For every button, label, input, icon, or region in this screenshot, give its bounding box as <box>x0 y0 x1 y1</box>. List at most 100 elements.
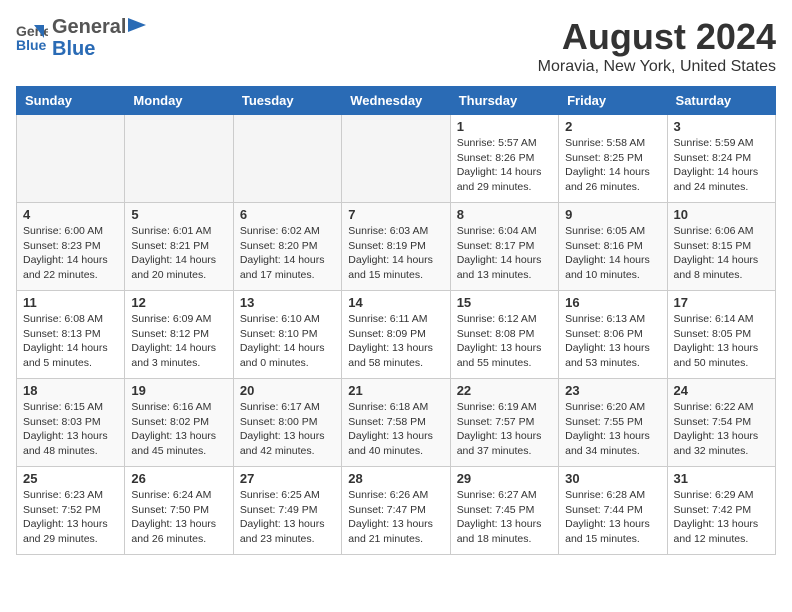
calendar-week-row: 18 Sunrise: 6:15 AMSunset: 8:03 PMDayligh… <box>17 379 776 467</box>
calendar-day-cell <box>233 115 341 203</box>
day-info: Sunrise: 6:23 AMSunset: 7:52 PMDaylight:… <box>23 488 118 547</box>
svg-text:Blue: Blue <box>16 37 47 52</box>
calendar-day-cell: 25Sunrise: 6:23 AMSunset: 7:52 PMDayligh… <box>17 467 125 555</box>
day-number: 5 <box>131 207 226 222</box>
calendar-day-cell: 14 Sunrise: 6:11 AMSunset: 8:09 PMDayligh… <box>342 291 450 379</box>
day-number: 30 <box>565 471 660 486</box>
day-info: Sunrise: 6:03 AMSunset: 8:19 PMDaylight:… <box>348 224 443 283</box>
day-number: 4 <box>23 207 118 222</box>
day-info: Sunrise: 6:27 AMSunset: 7:45 PMDaylight:… <box>457 488 552 547</box>
day-info: Sunrise: 6:10 AMSunset: 8:10 PMDaylight:… <box>240 312 335 371</box>
title-area: August 2024 Moravia, New York, United St… <box>538 16 776 76</box>
day-number: 3 <box>674 119 769 134</box>
calendar-day-cell: 30 Sunrise: 6:28 AMSunset: 7:44 PMDayligh… <box>559 467 667 555</box>
calendar-week-row: 11Sunrise: 6:08 AMSunset: 8:13 PMDayligh… <box>17 291 776 379</box>
calendar-day-cell: 6Sunrise: 6:02 AMSunset: 8:20 PMDaylight… <box>233 203 341 291</box>
day-number: 20 <box>240 383 335 398</box>
day-info: Sunrise: 5:57 AMSunset: 8:26 PMDaylight:… <box>457 136 552 195</box>
calendar-day-cell: 23 Sunrise: 6:20 AMSunset: 7:55 PMDayligh… <box>559 379 667 467</box>
day-number: 12 <box>131 295 226 310</box>
calendar-day-cell: 2Sunrise: 5:58 AMSunset: 8:25 PMDaylight… <box>559 115 667 203</box>
month-title: August 2024 <box>538 16 776 58</box>
day-number: 21 <box>348 383 443 398</box>
calendar-day-cell <box>125 115 233 203</box>
day-info: Sunrise: 6:01 AMSunset: 8:21 PMDaylight:… <box>131 224 226 283</box>
day-info: Sunrise: 6:20 AMSunset: 7:55 PMDaylight:… <box>565 400 660 459</box>
day-number: 10 <box>674 207 769 222</box>
logo-general-text: General <box>52 16 126 38</box>
day-info: Sunrise: 6:11 AMSunset: 8:09 PMDaylight:… <box>348 312 443 371</box>
calendar-day-cell: 13Sunrise: 6:10 AMSunset: 8:10 PMDayligh… <box>233 291 341 379</box>
day-info: Sunrise: 6:00 AMSunset: 8:23 PMDaylight:… <box>23 224 118 283</box>
day-info: Sunrise: 5:59 AMSunset: 8:24 PMDaylight:… <box>674 136 769 195</box>
calendar-week-row: 4 Sunrise: 6:00 AMSunset: 8:23 PMDaylight… <box>17 203 776 291</box>
day-info: Sunrise: 6:19 AMSunset: 7:57 PMDaylight:… <box>457 400 552 459</box>
calendar-day-cell: 12 Sunrise: 6:09 AMSunset: 8:12 PMDayligh… <box>125 291 233 379</box>
day-number: 17 <box>674 295 769 310</box>
day-info: Sunrise: 6:15 AMSunset: 8:03 PMDaylight:… <box>23 400 118 459</box>
day-number: 28 <box>348 471 443 486</box>
header-day-wednesday: Wednesday <box>342 87 450 115</box>
logo-blue-text: Blue <box>52 38 146 60</box>
calendar-day-cell: 10 Sunrise: 6:06 AMSunset: 8:15 PMDayligh… <box>667 203 775 291</box>
day-number: 18 <box>23 383 118 398</box>
day-number: 8 <box>457 207 552 222</box>
day-info: Sunrise: 6:13 AMSunset: 8:06 PMDaylight:… <box>565 312 660 371</box>
day-info: Sunrise: 6:26 AMSunset: 7:47 PMDaylight:… <box>348 488 443 547</box>
calendar-day-cell: 3 Sunrise: 5:59 AMSunset: 8:24 PMDaylight… <box>667 115 775 203</box>
day-info: Sunrise: 6:14 AMSunset: 8:05 PMDaylight:… <box>674 312 769 371</box>
calendar-day-cell <box>17 115 125 203</box>
logo-flag-icon <box>128 18 146 32</box>
day-info: Sunrise: 6:28 AMSunset: 7:44 PMDaylight:… <box>565 488 660 547</box>
calendar-day-cell: 26Sunrise: 6:24 AMSunset: 7:50 PMDayligh… <box>125 467 233 555</box>
calendar-day-cell: 18 Sunrise: 6:15 AMSunset: 8:03 PMDayligh… <box>17 379 125 467</box>
day-info: Sunrise: 6:06 AMSunset: 8:15 PMDaylight:… <box>674 224 769 283</box>
calendar-day-cell: 20 Sunrise: 6:17 AMSunset: 8:00 PMDayligh… <box>233 379 341 467</box>
calendar-day-cell: 15 Sunrise: 6:12 AMSunset: 8:08 PMDayligh… <box>450 291 558 379</box>
day-info: Sunrise: 6:05 AMSunset: 8:16 PMDaylight:… <box>565 224 660 283</box>
day-info: Sunrise: 6:09 AMSunset: 8:12 PMDaylight:… <box>131 312 226 371</box>
day-number: 15 <box>457 295 552 310</box>
calendar-day-cell: 7 Sunrise: 6:03 AMSunset: 8:19 PMDaylight… <box>342 203 450 291</box>
calendar-week-row: 25Sunrise: 6:23 AMSunset: 7:52 PMDayligh… <box>17 467 776 555</box>
day-info: Sunrise: 6:02 AMSunset: 8:20 PMDaylight:… <box>240 224 335 283</box>
calendar-day-cell: 21 Sunrise: 6:18 AMSunset: 7:58 PMDayligh… <box>342 379 450 467</box>
calendar-day-cell: 8Sunrise: 6:04 AMSunset: 8:17 PMDaylight… <box>450 203 558 291</box>
calendar-day-cell: 31Sunrise: 6:29 AMSunset: 7:42 PMDayligh… <box>667 467 775 555</box>
day-number: 19 <box>131 383 226 398</box>
header-day-thursday: Thursday <box>450 87 558 115</box>
location-title: Moravia, New York, United States <box>538 58 776 76</box>
calendar-day-cell: 22 Sunrise: 6:19 AMSunset: 7:57 PMDayligh… <box>450 379 558 467</box>
logo-icon: General Blue <box>16 20 48 52</box>
day-number: 31 <box>674 471 769 486</box>
calendar-day-cell: 9 Sunrise: 6:05 AMSunset: 8:16 PMDaylight… <box>559 203 667 291</box>
day-info: Sunrise: 6:16 AMSunset: 8:02 PMDaylight:… <box>131 400 226 459</box>
day-number: 16 <box>565 295 660 310</box>
logo: General Blue General Blue <box>16 16 146 60</box>
header-day-monday: Monday <box>125 87 233 115</box>
header-day-tuesday: Tuesday <box>233 87 341 115</box>
calendar-day-cell <box>342 115 450 203</box>
calendar-day-cell: 27Sunrise: 6:25 AMSunset: 7:49 PMDayligh… <box>233 467 341 555</box>
day-info: Sunrise: 6:22 AMSunset: 7:54 PMDaylight:… <box>674 400 769 459</box>
day-number: 22 <box>457 383 552 398</box>
day-number: 14 <box>348 295 443 310</box>
calendar-day-cell: 17 Sunrise: 6:14 AMSunset: 8:05 PMDayligh… <box>667 291 775 379</box>
page-header: General Blue General Blue August 2024 Mo… <box>16 16 776 76</box>
calendar-header-row: SundayMondayTuesdayWednesdayThursdayFrid… <box>17 87 776 115</box>
day-info: Sunrise: 6:25 AMSunset: 7:49 PMDaylight:… <box>240 488 335 547</box>
calendar-week-row: 1Sunrise: 5:57 AMSunset: 8:26 PMDaylight… <box>17 115 776 203</box>
day-info: Sunrise: 6:08 AMSunset: 8:13 PMDaylight:… <box>23 312 118 371</box>
day-number: 9 <box>565 207 660 222</box>
day-info: Sunrise: 6:18 AMSunset: 7:58 PMDaylight:… <box>348 400 443 459</box>
day-number: 23 <box>565 383 660 398</box>
day-number: 7 <box>348 207 443 222</box>
calendar-table: SundayMondayTuesdayWednesdayThursdayFrid… <box>16 86 776 555</box>
header-day-friday: Friday <box>559 87 667 115</box>
day-info: Sunrise: 6:12 AMSunset: 8:08 PMDaylight:… <box>457 312 552 371</box>
calendar-day-cell: 5 Sunrise: 6:01 AMSunset: 8:21 PMDaylight… <box>125 203 233 291</box>
calendar-day-cell: 24Sunrise: 6:22 AMSunset: 7:54 PMDayligh… <box>667 379 775 467</box>
header-day-saturday: Saturday <box>667 87 775 115</box>
calendar-day-cell: 11Sunrise: 6:08 AMSunset: 8:13 PMDayligh… <box>17 291 125 379</box>
day-info: Sunrise: 6:17 AMSunset: 8:00 PMDaylight:… <box>240 400 335 459</box>
